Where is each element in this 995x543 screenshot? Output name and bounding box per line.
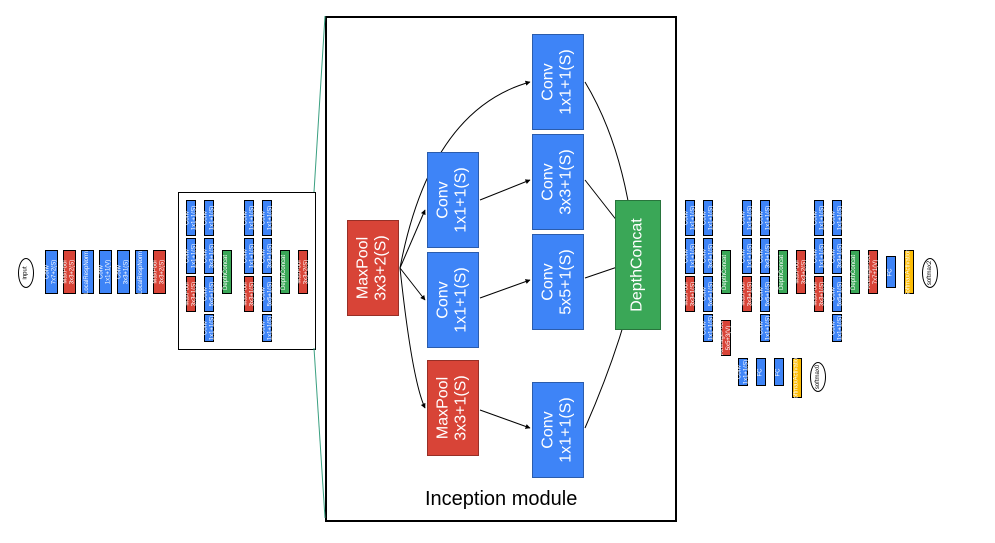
r-inc2-top: Conv1x1+1(S) [760, 200, 770, 236]
s-incA-c5: Conv5x5+1(S) [204, 276, 214, 312]
s-maxpool-after: MaxPool3x3+2(S) [298, 250, 308, 294]
r-inc1-c3: Conv3x3+1(S) [703, 238, 713, 274]
aux0-softmax-out: softmax0 [810, 362, 826, 392]
zoom-maxpool-in: MaxPool3x3+2(S) [347, 220, 399, 316]
r-inc1-dc: DepthConcat [721, 250, 731, 294]
r-inc3-dc: DepthConcat [850, 250, 860, 294]
r-inc3-c1a: Conv1x1+1(S) [814, 200, 824, 236]
zoom-title: Inception module [425, 488, 577, 511]
r-inc1-c1d: Conv1x1+1(S) [703, 314, 713, 342]
s-incB-dc: DepthConcat [280, 250, 290, 294]
r-inc1-c1b: Conv1x1+1(S) [685, 238, 695, 274]
stem-lrn2: LocalRespNorm [135, 250, 148, 294]
stem-conv3: Conv3x3+1(S) [117, 250, 130, 294]
r-inc3-c3: Conv3x3+1(S) [832, 238, 842, 274]
stem-lrn1: LocalRespNorm [81, 250, 94, 294]
s-incB-c1d: Conv1x1+1(S) [262, 314, 272, 342]
stem-conv1: Conv1x1+1(V) [99, 250, 112, 294]
s-incA-c1b: Conv1x1+1(S) [186, 238, 196, 274]
zoom-c11-b: Conv1x1+1(S) [427, 252, 479, 348]
input-node: input [18, 258, 34, 288]
aux0-softmaxact: SoftmaxActivation [792, 358, 802, 398]
r-inc2-dc: DepthConcat [778, 250, 788, 294]
stem-conv7: Conv7x7+2(S) [45, 250, 58, 294]
r-inc2-c1b: Conv1x1+1(S) [742, 238, 752, 274]
s-incA-c3: Conv3x3+1(S) [204, 238, 214, 274]
s-incA-top: Conv1x1+1(S) [204, 200, 214, 236]
r-inc3-c1d: Conv1x1+1(S) [832, 314, 842, 342]
r-inc3-mp: MaxPool3x3+1(S) [814, 276, 824, 312]
aux0-avgp: AveragePool5x5+3(V) [721, 320, 731, 356]
r-inc2-c1d: Conv1x1+1(S) [760, 314, 770, 342]
zoom-maxpool-br: MaxPool3x3+1(S) [427, 360, 479, 456]
r-inc2-c3: Conv3x3+1(S) [760, 238, 770, 274]
r-inc2-c1a: Conv1x1+1(S) [742, 200, 752, 236]
aux0-fc2: FC [774, 358, 784, 386]
zoom-conv33: Conv3x3+1(S) [532, 134, 584, 230]
head-softmax-out: softmax2 [922, 258, 938, 288]
s-incA-mp: MaxPool3x3+1(S) [186, 276, 196, 312]
aux0-conv: Conv1x1+1(S) [738, 358, 748, 386]
s-incB-c5: Conv5x5+1(S) [262, 276, 272, 312]
head-softmaxact: SoftmaxActivation [904, 250, 914, 294]
r-inc3-top: Conv1x1+1(S) [832, 200, 842, 236]
r-inc2-mp: MaxPool3x3+1(S) [742, 276, 752, 312]
r-maxpool-mid: MaxPool3x3+2(S) [796, 250, 806, 294]
zoom-conv11d: Conv1x1+1(S) [532, 382, 584, 478]
head-fc: FC [886, 256, 896, 288]
zoom-conv55: Conv5x5+1(S) [532, 234, 584, 330]
r-inc3-c5: Conv5x5+1(S) [832, 276, 842, 312]
s-incA-c1d: Conv1x1+1(S) [204, 314, 214, 342]
s-incB-c1a: Conv1x1+1(S) [244, 200, 254, 236]
r-inc2-c5: Conv5x5+1(S) [760, 276, 770, 312]
zoom-c11-a: Conv1x1+1(S) [427, 152, 479, 248]
zoom-conv-top: Conv1x1+1(S) [532, 34, 584, 130]
aux0-fc: FC [756, 358, 766, 386]
zoom-depthconcat: DepthConcat [615, 200, 661, 330]
r-inc3-c1b: Conv1x1+1(S) [814, 238, 824, 274]
s-incB-c3: Conv3x3+1(S) [262, 238, 272, 274]
s-incB-c1b: Conv1x1+1(S) [244, 238, 254, 274]
head-avgpool: AveragePool7x7+1(V) [868, 250, 878, 294]
stem-maxpool1: MaxPool3x3+2(S) [63, 250, 76, 294]
s-incA-c1a: Conv1x1+1(S) [186, 200, 196, 236]
s-incA-dc: DepthConcat [222, 250, 232, 294]
r-inc1-top: Conv1x1+1(S) [703, 200, 713, 236]
r-inc1-c5: Conv5x5+1(S) [703, 276, 713, 312]
s-incB-mp: MaxPool3x3+1(S) [244, 276, 254, 312]
stage: { "title": "Inception module", "colors":… [0, 0, 995, 543]
stem-maxpool2: MaxPool3x3+2(S) [153, 250, 166, 294]
r-inc1-mp: MaxPool3x3+1(S) [685, 276, 695, 312]
r-inc1-c1a: Conv1x1+1(S) [685, 200, 695, 236]
s-incB-top: Conv1x1+1(S) [262, 200, 272, 236]
